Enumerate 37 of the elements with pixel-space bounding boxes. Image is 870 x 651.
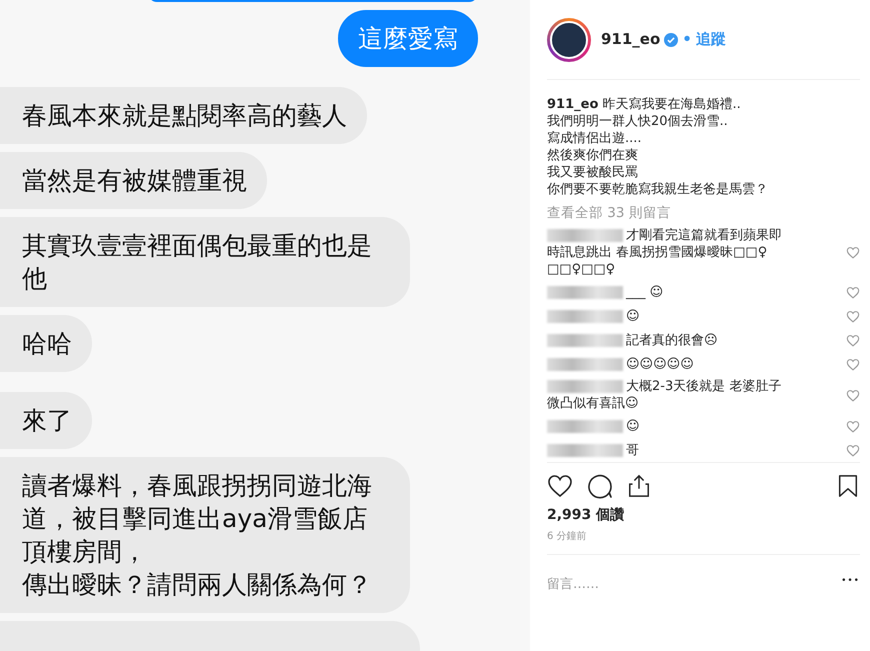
view-all-comments-link[interactable]: 查看全部 33 則留言 (547, 203, 860, 224)
follow-link[interactable]: 追蹤 (696, 28, 726, 51)
caption-text: 寫成情侶出遊.... (547, 130, 643, 147)
message-bubble: 春風本來就是點閱率高的藝人 (0, 87, 367, 144)
comment-text: 時訊息跳出 春風拐拐雪國爆曖昧□□♀ (547, 245, 768, 260)
comment-text: 才剛看完這篇就看到蘋果即 (626, 228, 782, 244)
share-icon[interactable] (627, 473, 651, 500)
comment-icon[interactable] (587, 473, 613, 500)
comment-text: ☺ (626, 418, 640, 434)
comment-text: 大概2-3天後就是 老婆肚子 (626, 379, 782, 394)
message-bubble: 哈哈 (0, 315, 92, 372)
message-bubble: 當然是有被媒體重視 (0, 152, 267, 209)
avatar[interactable] (547, 18, 591, 62)
comment-input-field[interactable]: 留言…… (547, 575, 599, 595)
comment-text: ☺ (626, 308, 640, 324)
caption-text: 911_eo 昨天寫我要在海島婚禮.. (547, 96, 742, 113)
caption-text: 我們明明一群人快20個去滑雪.. (547, 113, 729, 130)
separator-text: • (682, 29, 692, 50)
caption-text: 你們要不要乾脆寫我親生老爸是馬雲？ (547, 181, 769, 198)
like-count: 2,993 個讚 (547, 506, 626, 526)
message-bubble: 這麼愛寫 (338, 10, 478, 67)
username-link[interactable]: 911_eo (601, 28, 660, 51)
message-bubble: 其實玖壹壹裡面偶包最重的也是他 (0, 217, 410, 307)
caption-text: 我又要被酸民罵 (547, 164, 639, 181)
heart-icon[interactable] (547, 473, 573, 500)
comment-text: □□♀□□♀ (547, 262, 616, 278)
comment-text: 微凸似有喜訊☺ (547, 396, 639, 412)
comment-text: 記者真的很會☹ (626, 332, 718, 348)
bookmark-icon[interactable] (836, 473, 860, 500)
comment-text: ☺☺☺☺☺ (626, 356, 694, 372)
message-bubble: 讀者爆料，春風跟拐拐同遊北海道，被目擊同進出aya滑雪飯店頂樓房間， 傳出曖昧？請問兩人關係為何？ (0, 457, 410, 613)
comment-text: 哥 (626, 442, 639, 458)
message-bubble: 來了 (0, 392, 92, 449)
comment-text: ___ ☺ (626, 284, 664, 300)
post-time: 6 分鐘前 (547, 530, 588, 544)
caption-text: 然後爽你們在爽 (547, 147, 639, 164)
more-options-button[interactable]: ••• (841, 575, 860, 595)
